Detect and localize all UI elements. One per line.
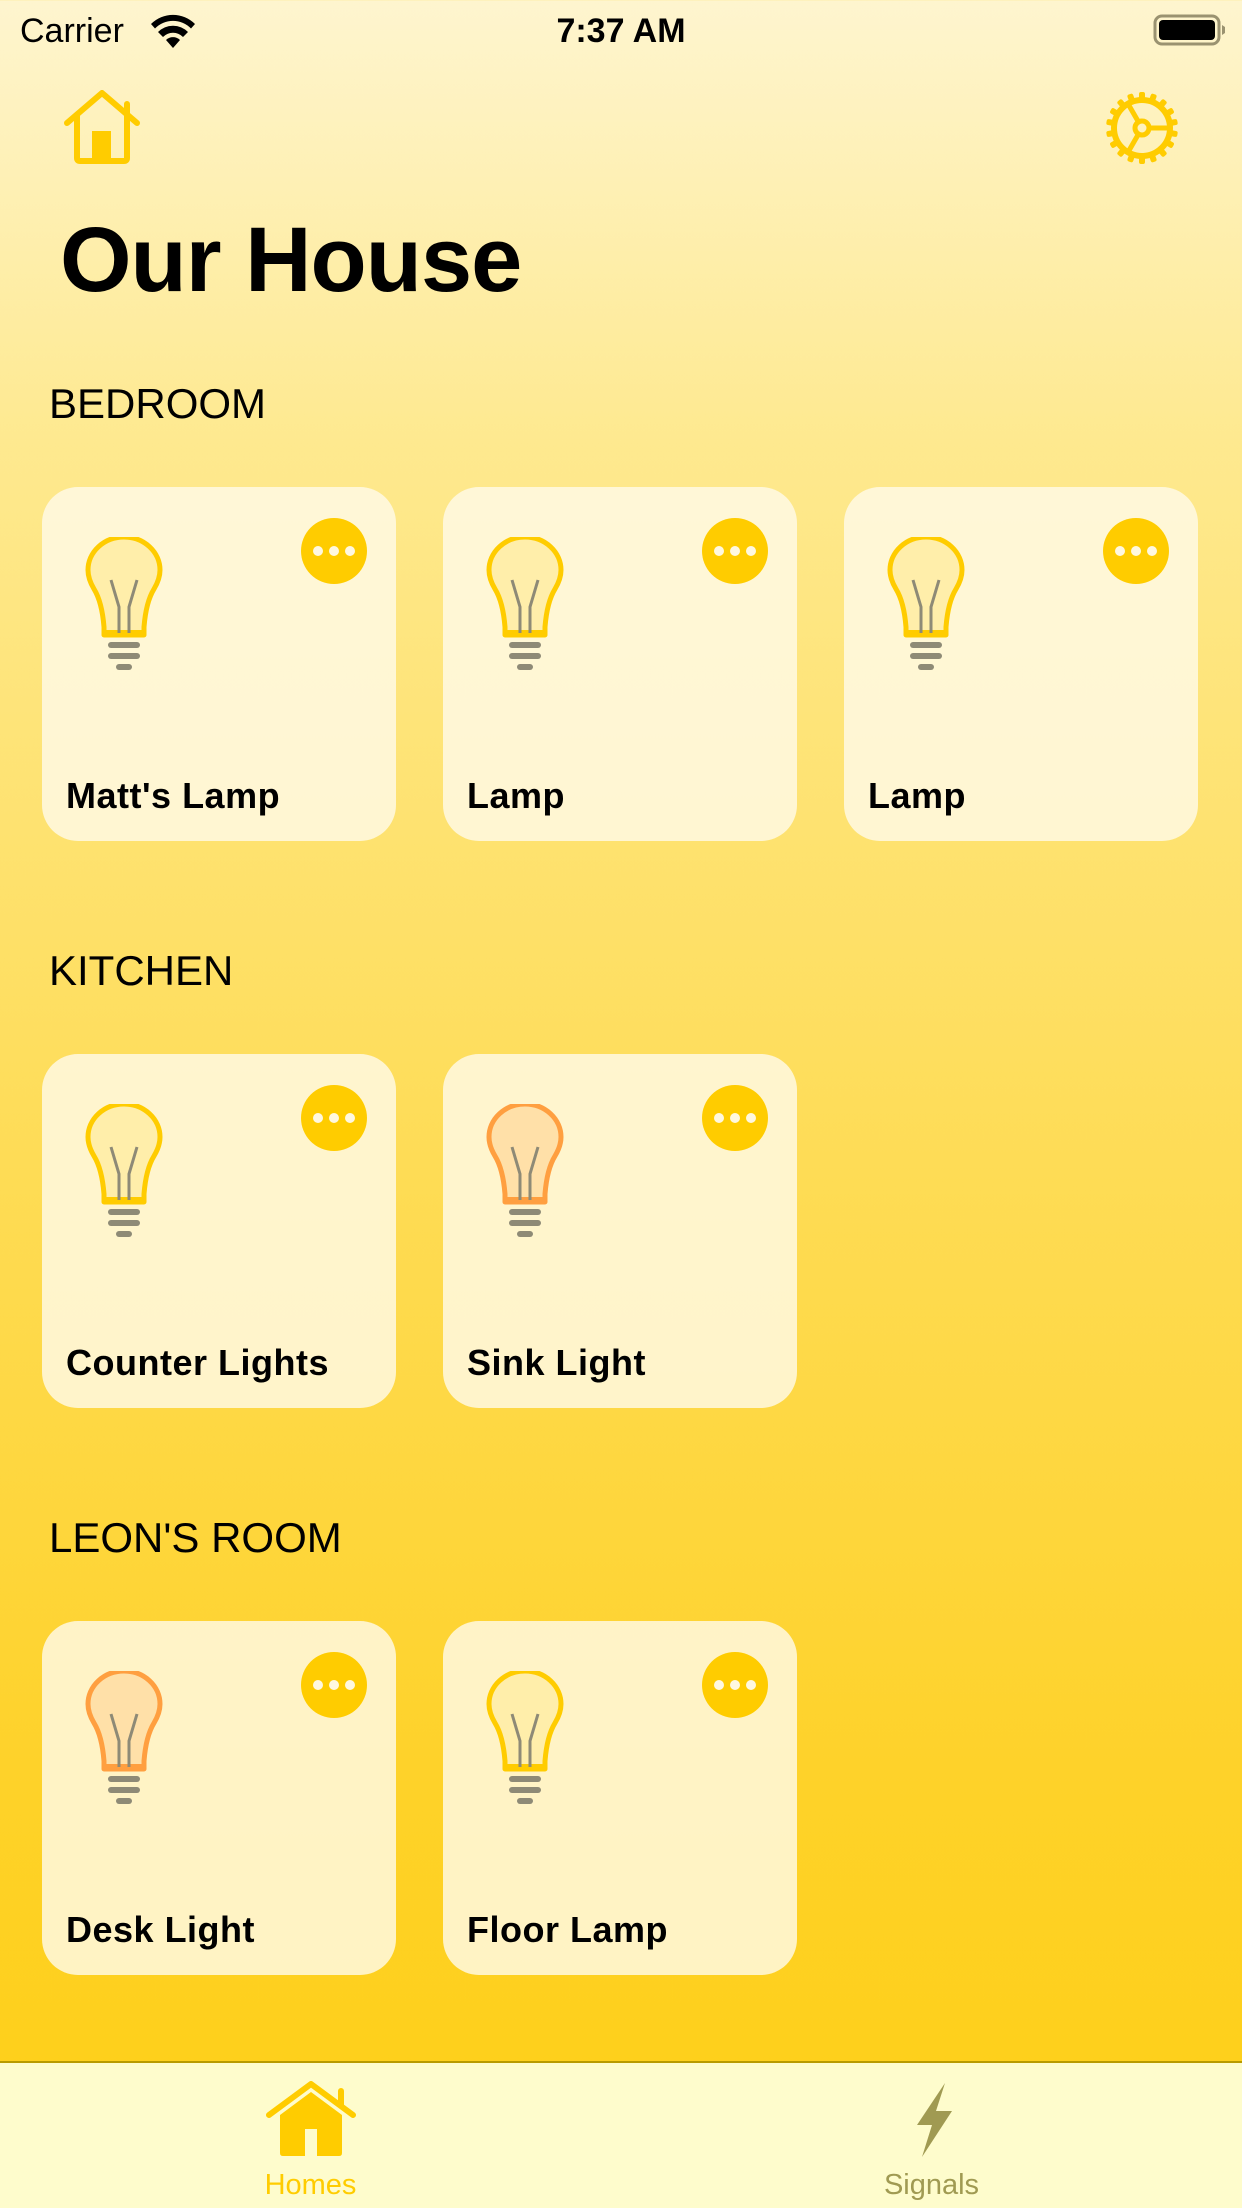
ellipsis-icon <box>730 1680 740 1690</box>
lightbulb-icon <box>85 1104 163 1237</box>
device-name: Sink Light <box>467 1342 646 1383</box>
ellipsis-icon <box>345 1680 355 1690</box>
device-card[interactable]: Lamp <box>844 487 1198 841</box>
section-title-leons-room: LEON'S ROOM <box>49 1514 342 1561</box>
ellipsis-icon <box>746 1680 756 1690</box>
device-name: Lamp <box>467 775 566 816</box>
section-title-kitchen: KITCHEN <box>49 947 234 994</box>
gear-icon[interactable] <box>1102 88 1182 168</box>
section-title-bedroom: BEDROOM <box>49 380 267 427</box>
house-icon[interactable] <box>62 90 142 164</box>
clock: 7:37 AM <box>556 12 686 50</box>
device-card[interactable]: Floor Lamp <box>443 1621 797 1975</box>
ellipsis-icon <box>329 1113 339 1123</box>
device-card[interactable]: Counter Lights <box>42 1054 396 1408</box>
device-card[interactable]: Lamp <box>443 487 797 841</box>
ellipsis-icon <box>746 1113 756 1123</box>
ellipsis-icon <box>345 1113 355 1123</box>
ellipsis-icon <box>730 1113 740 1123</box>
ellipsis-icon <box>329 1680 339 1690</box>
ellipsis-icon <box>1147 546 1157 556</box>
device-name: Matt's Lamp <box>66 775 281 816</box>
lightbulb-icon <box>887 537 965 670</box>
ellipsis-icon <box>345 546 355 556</box>
more-options-button[interactable] <box>301 518 367 584</box>
tab-homes[interactable]: Homes <box>0 2063 621 2208</box>
more-options-button[interactable] <box>301 1085 367 1151</box>
battery-full-icon <box>1153 14 1225 46</box>
lightbulb-icon <box>85 1671 163 1804</box>
page-title: Our House <box>60 209 522 311</box>
lightbulb-icon <box>486 537 564 670</box>
ellipsis-icon <box>329 546 339 556</box>
lightbulb-icon <box>85 537 163 670</box>
device-card[interactable]: Matt's Lamp <box>42 487 396 841</box>
tab-signals[interactable]: Signals <box>621 2063 1242 2208</box>
tab-label: Signals <box>883 2169 980 2201</box>
ellipsis-icon <box>313 546 323 556</box>
device-name: Counter Lights <box>66 1342 329 1383</box>
bolt-icon <box>916 2083 952 2157</box>
ellipsis-icon <box>730 546 740 556</box>
ellipsis-icon <box>714 1113 724 1123</box>
status-bar: Carrier 7:37 AM <box>0 0 1242 62</box>
ellipsis-icon <box>714 546 724 556</box>
ellipsis-icon <box>313 1113 323 1123</box>
tab-label: Homes <box>264 2169 357 2201</box>
lightbulb-icon <box>486 1104 564 1237</box>
device-name: Floor Lamp <box>467 1909 668 1950</box>
ellipsis-icon <box>1115 546 1125 556</box>
device-card[interactable]: Sink Light <box>443 1054 797 1408</box>
ellipsis-icon <box>313 1680 323 1690</box>
lightbulb-icon <box>486 1671 564 1804</box>
more-options-button[interactable] <box>1103 518 1169 584</box>
ellipsis-icon <box>714 1680 724 1690</box>
ellipsis-icon <box>1131 546 1141 556</box>
more-options-button[interactable] <box>702 1085 768 1151</box>
tab-bar: Homes Signals <box>0 2061 1242 2208</box>
device-name: Lamp <box>868 775 967 816</box>
more-options-button[interactable] <box>301 1652 367 1718</box>
more-options-button[interactable] <box>702 518 768 584</box>
more-options-button[interactable] <box>702 1652 768 1718</box>
device-name: Desk Light <box>66 1909 256 1950</box>
device-card[interactable]: Desk Light <box>42 1621 396 1975</box>
ellipsis-icon <box>746 546 756 556</box>
house-fill-icon <box>265 2081 356 2156</box>
